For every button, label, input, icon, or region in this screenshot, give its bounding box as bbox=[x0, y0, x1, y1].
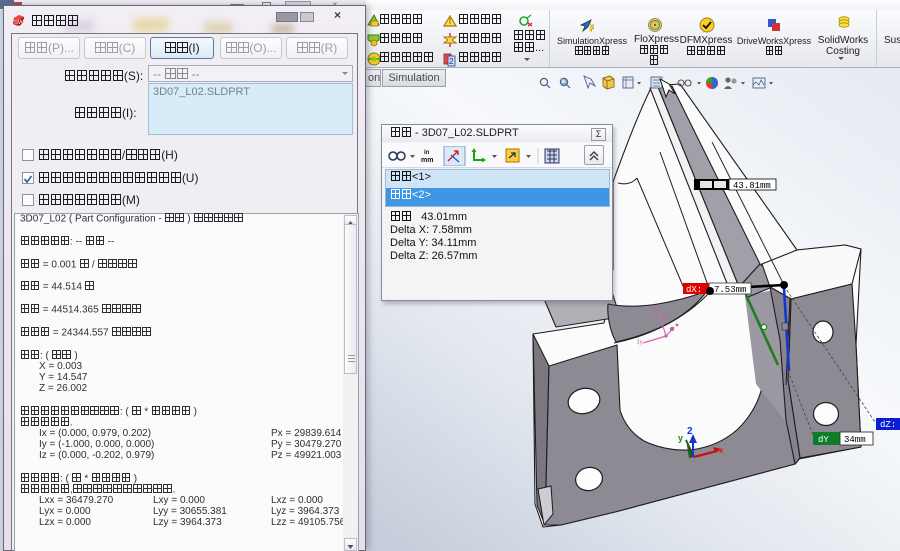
svg-text:dZ:: dZ: bbox=[880, 420, 896, 430]
svg-text:2: 2 bbox=[687, 426, 693, 437]
svg-text:Iz: Iz bbox=[663, 313, 668, 321]
svg-text:34mm: 34mm bbox=[844, 435, 866, 445]
svg-text:Ix: Ix bbox=[652, 307, 658, 315]
svg-text:y: y bbox=[678, 433, 683, 443]
svg-text:mm: mm bbox=[421, 157, 433, 164]
svg-text:x: x bbox=[719, 446, 724, 455]
svg-text:Iy: Iy bbox=[637, 338, 643, 346]
svg-text:2: 2 bbox=[449, 57, 454, 66]
svg-text:7.53mm: 7.53mm bbox=[714, 285, 746, 295]
svg-text:dX:: dX: bbox=[686, 285, 702, 295]
svg-text:in: in bbox=[424, 150, 430, 156]
svg-text:43.81mm: 43.81mm bbox=[733, 181, 771, 191]
svg-text:dY: dY bbox=[818, 435, 829, 445]
